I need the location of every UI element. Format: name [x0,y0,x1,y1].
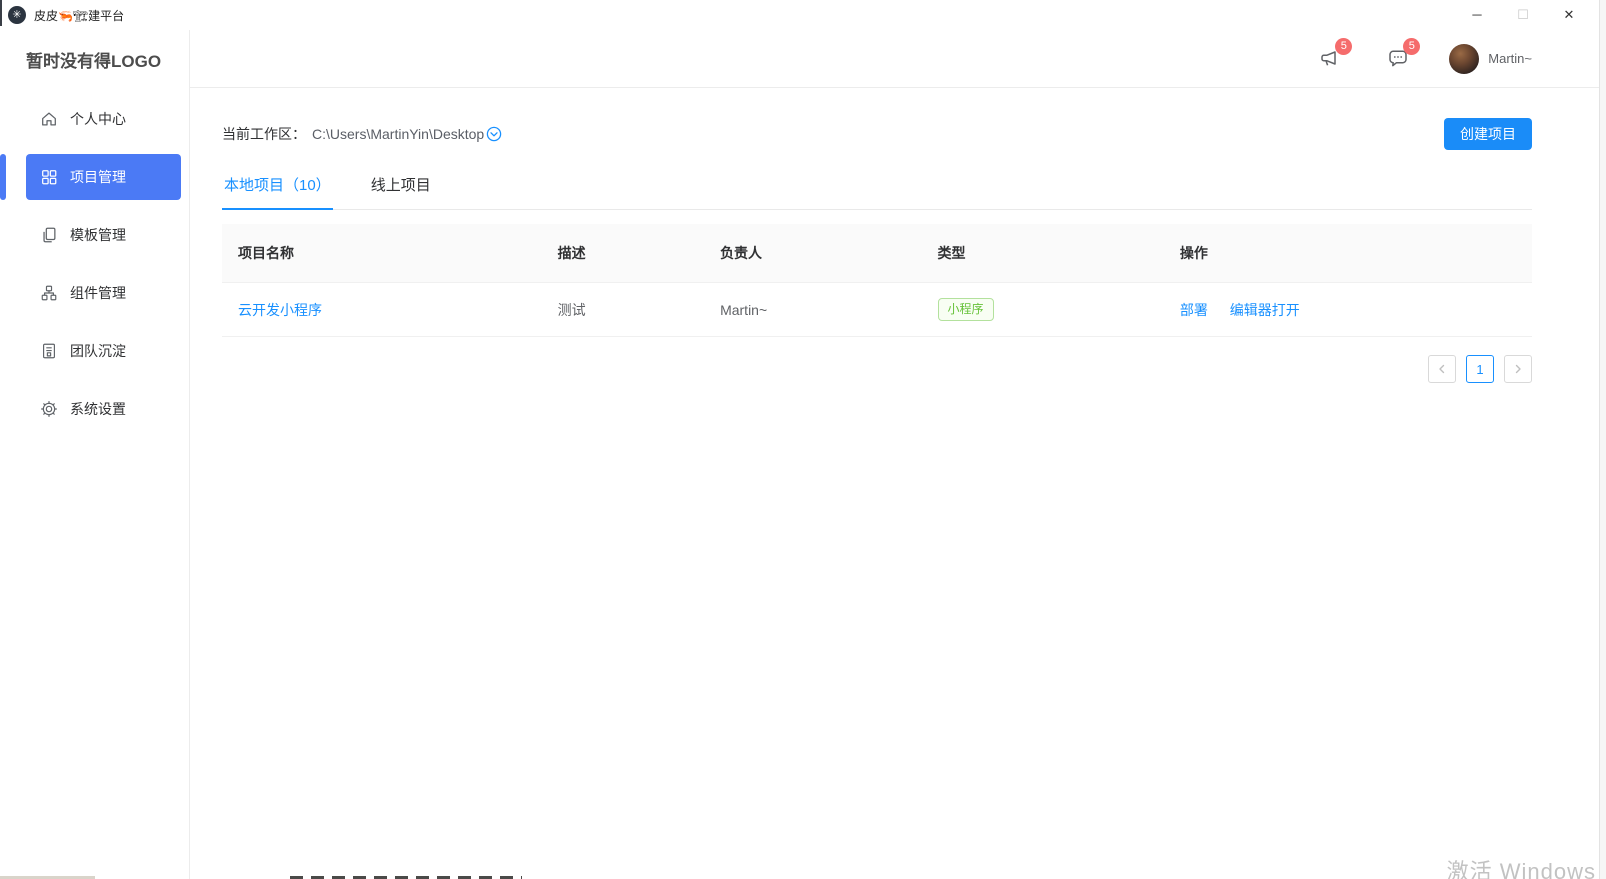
avatar[interactable] [1449,43,1480,74]
announcement-badge: 5 [1335,37,1353,55]
table-header-row: 项目名称 描述 负责人 类型 操作 [222,224,1532,283]
content: 当前工作区： C:\Users\MartinYin\Desktop 创建项目 本… [190,88,1606,383]
home-icon [40,110,58,128]
sidebar-item-label: 组件管理 [70,285,126,301]
column-header-type: 类型 [921,224,1164,283]
sidebar-item-label: 系统设置 [70,401,126,417]
app-icon: ✳ [8,6,26,24]
maximize-button[interactable]: ☐ [1500,0,1546,30]
pagination: 1 [222,355,1532,383]
logo-text: 暂时没有得LOGO [26,51,162,71]
background-window-edge [0,0,2,26]
gear-icon [40,400,58,418]
column-header-name: 项目名称 [222,224,542,283]
active-item-indicator [0,154,6,200]
tab-local-projects[interactable]: 本地项目（10） [222,174,333,210]
titlebar: ✳ 皮皮🦐🏗建平台 ─ ☐ ✕ [0,0,1606,30]
workspace-path: C:\Users\MartinYin\Desktop [312,126,485,142]
project-description: 测试 [541,282,705,337]
column-header-description: 描述 [541,224,705,283]
sidebar-item-component-management[interactable]: 组件管理 [26,270,181,316]
open-in-editor-link[interactable]: 编辑器打开 [1230,302,1300,318]
project-type-badge: 小程序 [937,298,994,321]
project-name-link[interactable]: 云开发小程序 [238,302,322,318]
topbar: 5 5 Martin~ [190,30,1606,88]
workspace-dropdown-icon[interactable] [486,126,502,142]
sidebar: 暂时没有得LOGO 个人中心 项目管理 模板管理 组件管理 团队沉淀 系统设置 [0,30,190,879]
announcement-button[interactable]: 5 [1318,37,1353,71]
sidebar-item-personal-center[interactable]: 个人中心 [26,96,181,142]
sidebar-item-label: 模板管理 [70,227,126,243]
deploy-link[interactable]: 部署 [1180,302,1208,318]
tab-online-projects[interactable]: 线上项目 [369,174,433,210]
username: Martin~ [1488,51,1532,66]
sidebar-item-template-management[interactable]: 模板管理 [26,212,181,258]
sidebar-item-label: 项目管理 [70,169,126,185]
sidebar-item-label: 个人中心 [70,111,126,127]
message-button[interactable]: 5 [1386,37,1421,71]
sidebar-item-team-repository[interactable]: 团队沉淀 [26,328,181,374]
grid-icon [40,168,58,186]
column-header-actions: 操作 [1163,224,1532,283]
workspace-row: 当前工作区： C:\Users\MartinYin\Desktop [222,124,502,144]
close-button[interactable]: ✕ [1546,0,1592,30]
chevron-right-icon [1515,364,1521,374]
window-title: 皮皮🦐🏗建平台 [34,8,125,23]
minimize-button[interactable]: ─ [1454,0,1500,30]
sidebar-nav: 个人中心 项目管理 模板管理 组件管理 团队沉淀 系统设置 [0,88,189,432]
project-owner: Martin~ [704,282,922,337]
projects-table: 项目名称 描述 负责人 类型 操作 云开发小程序 测试 Martin~ 小程序 [222,224,1532,337]
table-row: 云开发小程序 测试 Martin~ 小程序 部署 编辑器打开 [222,282,1532,337]
sidebar-item-system-settings[interactable]: 系统设置 [26,386,181,432]
components-icon [40,284,58,302]
message-badge: 5 [1403,37,1421,55]
pagination-next-button[interactable] [1504,355,1532,383]
workspace-label: 当前工作区： [222,126,306,142]
document-icon [40,342,58,360]
window-controls: ─ ☐ ✕ [1454,0,1592,30]
chevron-left-icon [1439,364,1445,374]
template-icon [40,226,58,244]
column-header-owner: 负责人 [704,224,922,283]
window-scrollbar-strip[interactable] [1599,0,1606,879]
sidebar-item-label: 团队沉淀 [70,343,126,359]
pagination-prev-button[interactable] [1428,355,1456,383]
create-project-button[interactable]: 创建项目 [1444,118,1532,150]
pagination-page-1[interactable]: 1 [1466,355,1494,383]
sidebar-item-project-management[interactable]: 项目管理 [26,154,181,200]
project-tabs: 本地项目（10） 线上项目 [222,174,1532,210]
main-area: 5 5 Martin~ 当前工作区： C:\Users\MartinYin\De… [190,30,1606,879]
